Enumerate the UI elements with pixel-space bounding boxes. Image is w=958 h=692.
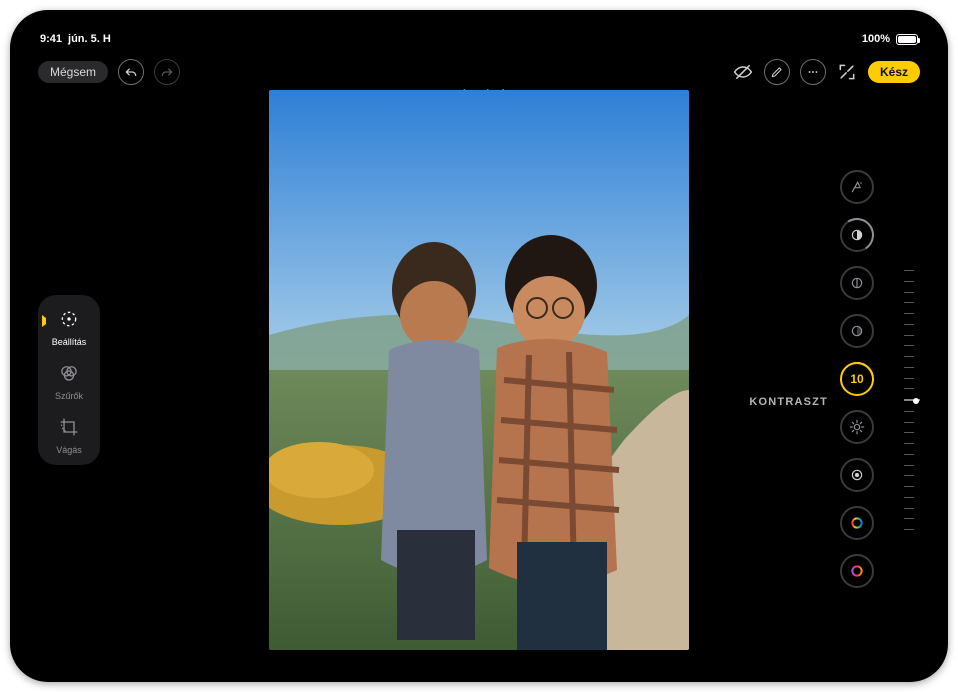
mode-filters[interactable]: Szűrők (38, 359, 100, 401)
adjust-brilliance[interactable] (840, 266, 874, 300)
adjust-contrast[interactable]: 10 (840, 362, 874, 396)
mode-crop[interactable]: Vágás (38, 413, 100, 455)
slider-ticks (904, 270, 906, 530)
adjust-value-slider[interactable] (894, 270, 916, 530)
fullscreen-icon[interactable] (836, 61, 858, 83)
adjust-highlights[interactable] (840, 314, 874, 348)
status-bar: 9:41 jún. 5. H 100% (38, 30, 920, 48)
ipad-frame: 9:41 jún. 5. H 100% Mégsem (10, 10, 948, 682)
mode-filters-label: Szűrők (55, 391, 83, 401)
done-button[interactable]: Kész (868, 61, 920, 83)
adjust-contrast-value: 10 (850, 372, 863, 386)
editor-toolbar: Mégsem (38, 54, 920, 90)
markup-button[interactable] (764, 59, 790, 85)
cancel-button[interactable]: Mégsem (38, 61, 108, 83)
undo-button[interactable] (118, 59, 144, 85)
adjust-column: 10 (834, 170, 880, 658)
mode-rail: Beállítás Szűrők Vágás (38, 295, 100, 465)
slider-marker (913, 398, 919, 404)
photo-canvas[interactable] (269, 90, 689, 650)
more-button[interactable] (800, 59, 826, 85)
adjust-icon (55, 305, 83, 333)
filters-icon (55, 359, 83, 387)
mode-crop-label: Vágás (56, 445, 82, 455)
redo-button[interactable] (154, 59, 180, 85)
battery-percent: 100% (862, 33, 890, 45)
status-date: jún. 5. H (68, 33, 111, 45)
editor-area: BEÁLLÍTÁS (38, 90, 920, 662)
adjust-black-point[interactable] (840, 458, 874, 492)
adjust-exposure[interactable] (840, 218, 874, 252)
crop-icon (55, 413, 83, 441)
mode-adjust-label: Beállítás (52, 337, 87, 347)
hide-preview-icon[interactable] (732, 61, 754, 83)
status-time: 9:41 (40, 33, 62, 45)
adjust-brightness[interactable] (840, 410, 874, 444)
mode-adjust[interactable]: Beállítás (38, 305, 100, 347)
adjust-selected-label: KONTRASZT (749, 396, 828, 408)
adjust-auto[interactable] (840, 170, 874, 204)
adjust-vibrance[interactable] (840, 554, 874, 588)
adjust-saturation[interactable] (840, 506, 874, 540)
battery-icon (896, 34, 918, 45)
